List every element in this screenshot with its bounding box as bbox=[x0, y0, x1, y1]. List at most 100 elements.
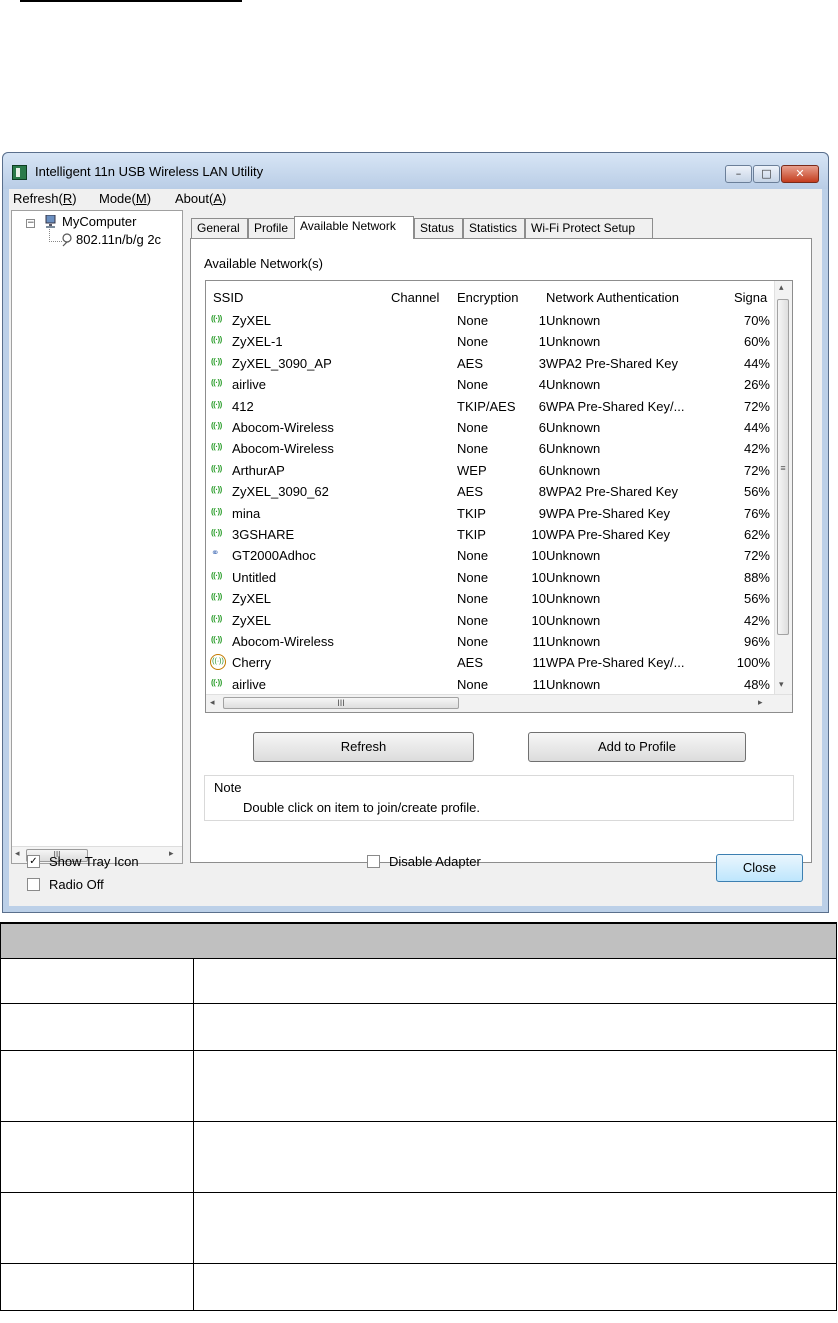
network-row[interactable]: ((·)) ZyXEL_3090_62 8 AES WPA2 Pre-Shared Ke… bbox=[206, 482, 776, 503]
menu-about[interactable]: About(A) bbox=[175, 191, 226, 206]
wifi-signal-icon: ((·)) bbox=[211, 677, 222, 687]
add-to-profile-button[interactable]: Add to Profile bbox=[528, 732, 746, 762]
menu-bar: Refresh(R) Mode(M) About(A) bbox=[9, 189, 822, 209]
note-title: Note bbox=[214, 780, 242, 795]
tab-available-network[interactable]: Available Network bbox=[294, 216, 414, 239]
network-row[interactable]: ((·)) airlive 4 None Unknown 26% bbox=[206, 375, 776, 396]
table-cell bbox=[0, 1121, 194, 1193]
cell-channel: 10 bbox=[531, 612, 546, 628]
network-row[interactable]: ((·)) ZyXEL 10 None Unknown 56% bbox=[206, 589, 776, 610]
scroll-right-arrow-icon[interactable]: ▸ bbox=[758, 697, 763, 708]
adhoc-network-icon: ⚭ bbox=[211, 548, 220, 560]
cell-channel: 11 bbox=[532, 655, 547, 671]
cell-enc: AES bbox=[457, 655, 484, 671]
table-row bbox=[0, 1121, 837, 1193]
close-button[interactable]: Close bbox=[716, 854, 803, 882]
network-row[interactable]: ((·)) ZyXEL_3090_AP 3 AES WPA2 Pre-Shared Ke… bbox=[206, 354, 776, 375]
heading-underline bbox=[20, 0, 242, 2]
wifi-signal-icon: ((·)) bbox=[211, 421, 222, 430]
show-tray-icon-checkbox[interactable]: ✓ bbox=[27, 855, 40, 868]
scroll-left-arrow-icon[interactable]: ◂ bbox=[15, 849, 20, 859]
list-vertical-thumb[interactable]: ≡ bbox=[777, 299, 789, 635]
network-list[interactable]: SSID Channel Encryption Network Authenti… bbox=[205, 280, 793, 713]
disable-adapter-label: Disable Adapter bbox=[389, 854, 481, 869]
network-row[interactable]: ((·)) ZyXEL 10 None Unknown 42% bbox=[206, 611, 776, 632]
wifi-signal-icon: ((·)) bbox=[211, 335, 222, 345]
column-header-encryption[interactable]: Encryption bbox=[457, 290, 518, 305]
cell-enc: None bbox=[457, 334, 489, 350]
cell-channel: 4 bbox=[538, 377, 546, 393]
tree-expander[interactable]: − bbox=[26, 219, 35, 228]
scroll-left-arrow-icon[interactable]: ◂ bbox=[210, 697, 215, 708]
refresh-button[interactable]: Refresh bbox=[253, 732, 474, 762]
menu-mode[interactable]: Mode(M) bbox=[99, 191, 151, 206]
table-cell bbox=[0, 1263, 194, 1311]
column-header-ssid[interactable]: SSID bbox=[213, 290, 243, 305]
network-row[interactable]: ((·)) mina 9 TKIP WPA Pre-Shared Key 76% bbox=[206, 504, 776, 525]
table-row bbox=[0, 1003, 837, 1051]
cell-auth: Unknown bbox=[546, 612, 601, 628]
cell-signal: 56% bbox=[743, 591, 770, 607]
scroll-right-arrow-icon[interactable]: ▸ bbox=[169, 849, 174, 859]
computer-icon bbox=[45, 215, 56, 228]
menu-refresh[interactable]: Refresh(R) bbox=[13, 191, 77, 206]
cell-ssid: ZyXEL-1 bbox=[232, 334, 283, 350]
cell-ssid: ArthurAP bbox=[232, 462, 285, 478]
network-row[interactable]: ((·)) 3GSHARE 10 TKIP WPA Pre-Shared Key 62% bbox=[206, 525, 776, 546]
radio-off-checkbox[interactable] bbox=[27, 878, 40, 891]
cell-enc: AES bbox=[457, 355, 484, 371]
app-icon bbox=[12, 165, 27, 180]
network-row[interactable]: ⚭ GT2000Adhoc 10 None Unknown 72% bbox=[206, 546, 776, 567]
cell-channel: 6 bbox=[538, 398, 546, 414]
cell-signal: 72% bbox=[743, 462, 770, 478]
tree-item-adapter[interactable]: 802.11n/b/g 2c bbox=[76, 232, 161, 247]
column-header-signal[interactable]: Signa bbox=[734, 290, 767, 305]
disable-adapter-checkbox[interactable] bbox=[367, 855, 380, 868]
cell-auth: WPA Pre-Shared Key/... bbox=[546, 655, 685, 671]
cell-signal: 72% bbox=[743, 398, 770, 414]
network-row[interactable]: ((·)) airlive 11 None Unknown 48% bbox=[206, 675, 776, 696]
scroll-up-arrow-icon[interactable]: ▴ bbox=[779, 282, 784, 293]
tab-general[interactable]: General bbox=[191, 218, 248, 238]
cell-ssid: Untitled bbox=[232, 569, 277, 585]
network-row[interactable]: ((·)) Cherry 11 AES WPA Pre-Shared Key/... 10… bbox=[206, 653, 776, 674]
minimize-button[interactable]: – bbox=[725, 165, 752, 183]
wifi-signal-icon: ((·)) bbox=[211, 356, 222, 366]
maximize-button[interactable]: □ bbox=[753, 165, 780, 183]
cell-signal: 88% bbox=[743, 569, 770, 585]
table-row bbox=[0, 958, 837, 1004]
network-row[interactable]: ((·)) Untitled 10 None Unknown 88% bbox=[206, 568, 776, 589]
title-bar: Intelligent 11n USB Wireless LAN Utility… bbox=[3, 153, 828, 189]
cell-enc: None bbox=[457, 634, 489, 649]
cell-auth: Unknown bbox=[546, 334, 601, 350]
table-cell bbox=[193, 1192, 837, 1264]
window-title: Intelligent 11n USB Wireless LAN Utility bbox=[35, 164, 264, 179]
network-row[interactable]: ((·)) Abocom-Wireless 11 None Unknown 96% bbox=[206, 632, 776, 653]
tab-profile[interactable]: Profile bbox=[248, 218, 295, 238]
network-row[interactable]: ((·)) ZyXEL 1 None Unknown 70% bbox=[206, 311, 776, 332]
tab-status[interactable]: Status bbox=[414, 218, 463, 238]
panel-caption: Available Network(s) bbox=[204, 256, 323, 271]
network-row[interactable]: ((·)) 412 6 TKIP/AES WPA Pre-Shared Key/... 7… bbox=[206, 397, 776, 418]
cell-enc: None bbox=[457, 612, 489, 628]
tab-statistics[interactable]: Statistics bbox=[463, 218, 525, 238]
cell-auth: Unknown bbox=[546, 462, 601, 478]
tree-item-mycomputer[interactable]: MyComputer bbox=[62, 214, 136, 229]
table-cell bbox=[193, 1263, 837, 1311]
list-horizontal-scrollbar[interactable]: ◂ III ▸ bbox=[206, 694, 792, 712]
tab-wifi-protect-setup[interactable]: Wi-Fi Protect Setup bbox=[525, 218, 653, 238]
list-vertical-scrollbar[interactable]: ▴ ≡ ▾ bbox=[774, 281, 792, 696]
column-header-authentication[interactable]: Network Authentication bbox=[546, 290, 679, 305]
column-header-channel[interactable]: Channel bbox=[391, 290, 439, 305]
list-horizontal-thumb[interactable]: III bbox=[223, 697, 459, 709]
network-row[interactable]: ((·)) ZyXEL-1 1 None Unknown 60% bbox=[206, 332, 776, 353]
close-window-button[interactable]: ✕ bbox=[781, 165, 819, 183]
network-row[interactable]: ((·)) Abocom-Wireless 6 None Unknown 42% bbox=[206, 439, 776, 460]
cell-auth: WPA Pre-Shared Key bbox=[546, 527, 671, 542]
network-row[interactable]: ((·)) ArthurAP 6 WEP Unknown 72% bbox=[206, 461, 776, 482]
scroll-down-arrow-icon[interactable]: ▾ bbox=[779, 679, 784, 690]
table-cell bbox=[193, 1121, 837, 1193]
cell-ssid: GT2000Adhoc bbox=[232, 548, 316, 564]
network-row[interactable]: ((·)) Abocom-Wireless 6 None Unknown 44% bbox=[206, 418, 776, 439]
wifi-signal-icon: ((·)) bbox=[211, 485, 222, 495]
